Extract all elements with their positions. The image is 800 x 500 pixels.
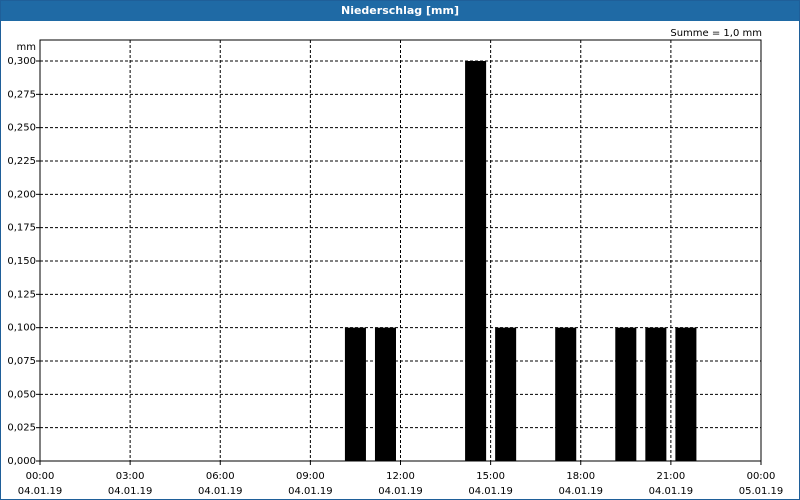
- bar: [344, 327, 366, 461]
- y-axis: 0,000 0,025 0,050 0,075 0,100 0,125 0,150 0,175…: [7, 56, 40, 467]
- x-tick-time: 21:00: [656, 471, 685, 482]
- x-tick-time: 15:00: [476, 471, 505, 482]
- bar: [615, 327, 637, 461]
- x-tick-time: 03:00: [116, 471, 145, 482]
- y-tick-label: 0,150: [7, 256, 36, 267]
- x-tick-date: 04.01.19: [649, 486, 694, 497]
- y-tick-label: 0,025: [7, 423, 36, 434]
- y-tick-label: 0,225: [7, 156, 36, 167]
- y-tick-label: 0,275: [7, 89, 36, 100]
- x-tick-date: 05.01.19: [739, 486, 784, 497]
- bar: [374, 327, 396, 461]
- y-tick-label: 0,250: [7, 123, 36, 134]
- x-tick-date: 04.01.19: [18, 486, 63, 497]
- x-tick-time: 00:00: [747, 471, 776, 482]
- y-tick-label: 0,125: [7, 289, 36, 300]
- x-tick-date: 04.01.19: [288, 486, 333, 497]
- y-tick-label: 0,175: [7, 223, 36, 234]
- x-tick-date: 04.01.19: [468, 486, 513, 497]
- x-tick-time: 12:00: [386, 471, 415, 482]
- y-tick-label: 0,050: [7, 389, 36, 400]
- x-tick-date: 04.01.19: [558, 486, 603, 497]
- y-tick-label: 0,300: [7, 56, 36, 67]
- x-tick-time: 06:00: [206, 471, 235, 482]
- x-axis: 00:00 04.01.19 03:00 04.01.19 06:00 04.01.19 0…: [18, 461, 784, 497]
- bar: [495, 327, 517, 461]
- x-tick-time: 18:00: [566, 471, 595, 482]
- x-tick-date: 04.01.19: [108, 486, 153, 497]
- x-tick-time: 00:00: [26, 471, 55, 482]
- precipitation-chart: 0,000 0,025 0,050 0,075 0,100 0,125 0,150 0,175…: [7, 28, 784, 497]
- bar: [675, 327, 697, 461]
- y-tick-label: 0,000: [7, 456, 36, 467]
- bar: [555, 327, 577, 461]
- sum-annotation: Summe = 1,0 mm: [670, 28, 762, 39]
- x-tick-time: 09:00: [296, 471, 325, 482]
- x-tick-date: 04.01.19: [198, 486, 243, 497]
- bar: [645, 327, 667, 461]
- y-tick-label: 0,200: [7, 189, 36, 200]
- x-tick-date: 04.01.19: [378, 486, 423, 497]
- y-tick-label: 0,100: [7, 323, 36, 334]
- y-tick-label: 0,075: [7, 356, 36, 367]
- y-axis-label: mm: [17, 42, 36, 53]
- bar: [465, 61, 487, 461]
